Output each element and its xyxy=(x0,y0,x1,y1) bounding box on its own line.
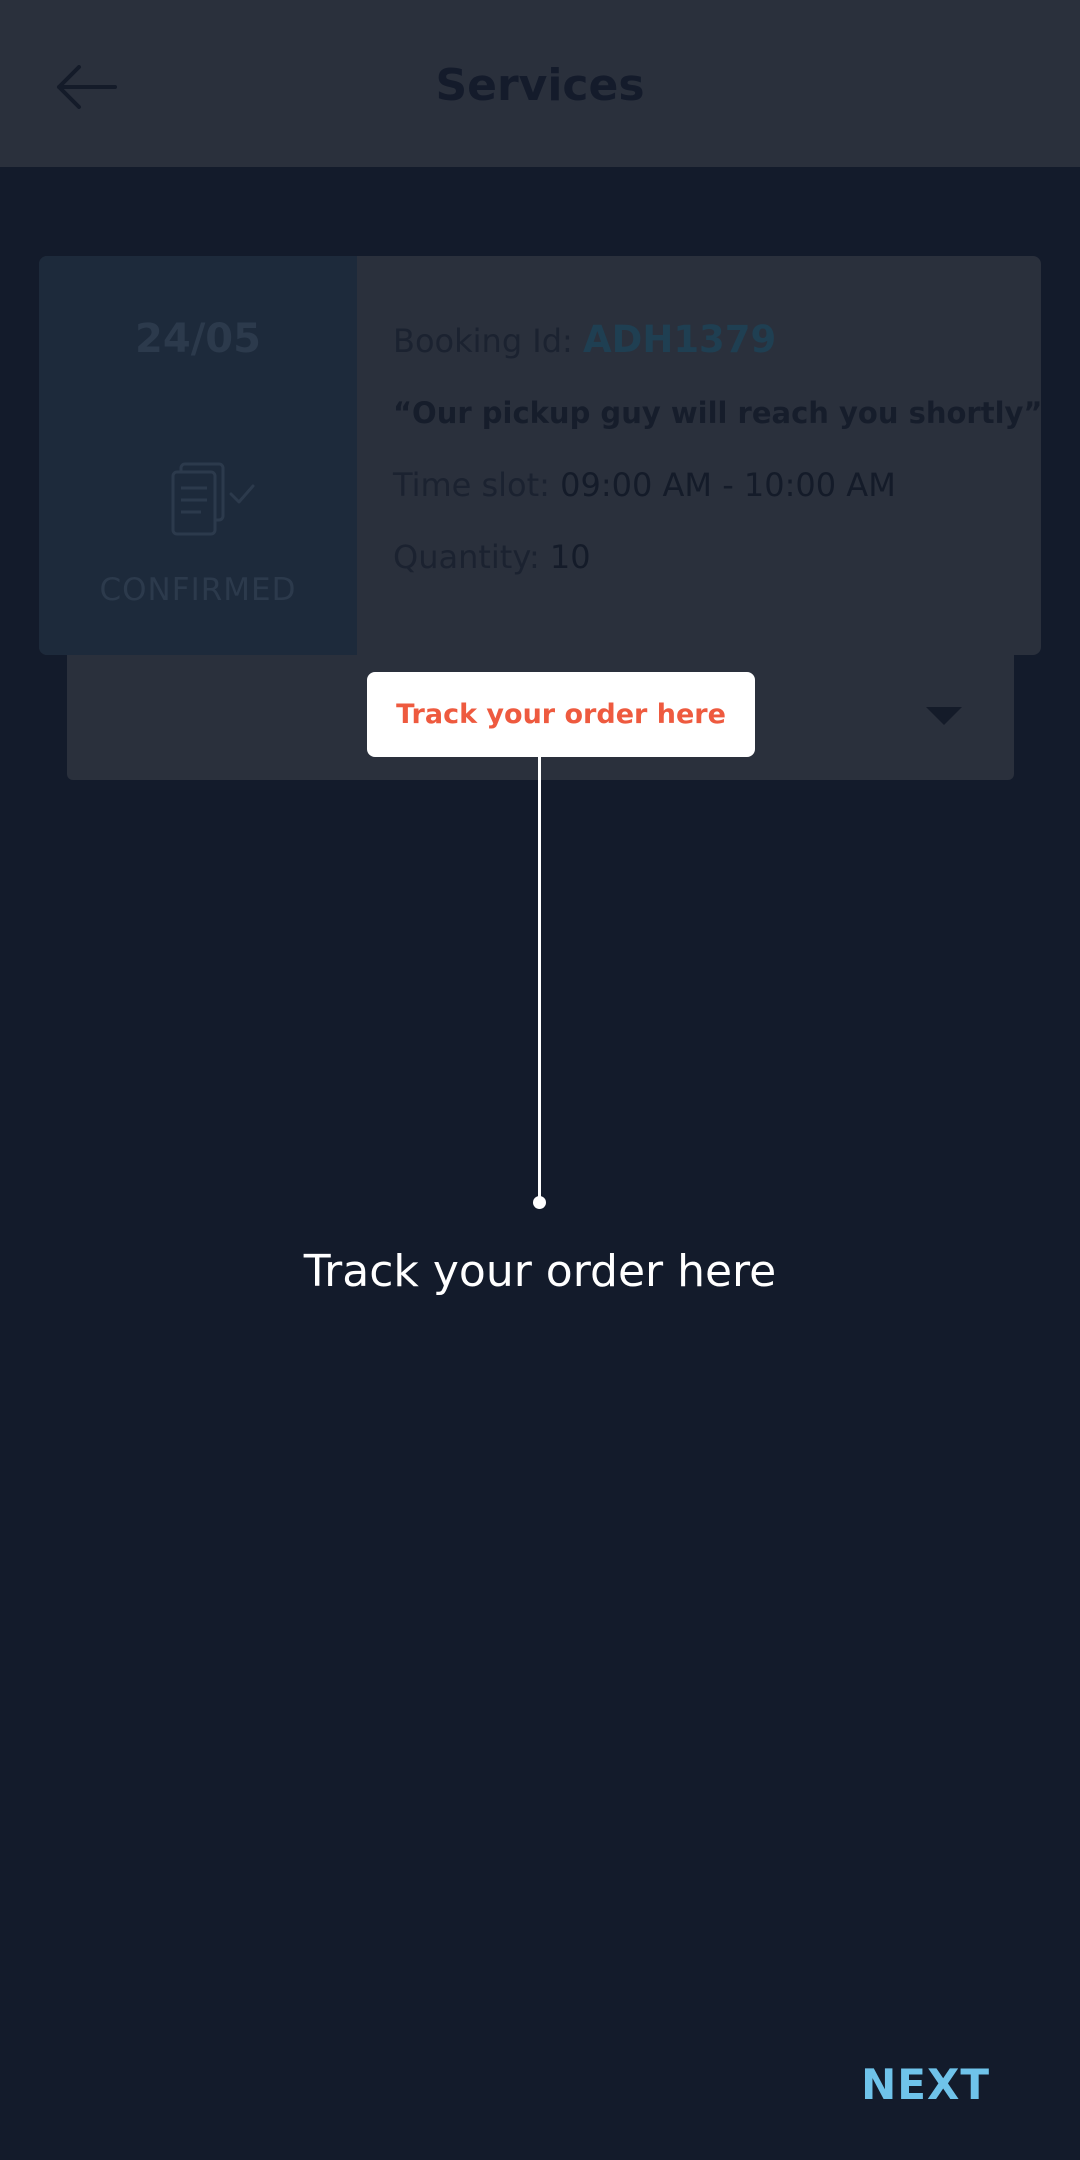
booking-summary-panel: 24/05 CONFIRMED xyxy=(39,256,357,655)
time-slot-row: Time slot: 09:00 AM - 10:00 AM xyxy=(393,466,896,504)
coach-mark-connector xyxy=(538,757,541,1200)
time-slot-label: Time slot: xyxy=(393,466,550,504)
quantity-label: Quantity: xyxy=(393,538,540,576)
coach-mark-dot xyxy=(533,1196,546,1209)
booking-date: 24/05 xyxy=(135,316,261,362)
caret-down-icon[interactable] xyxy=(926,707,962,725)
app-bar: Services xyxy=(0,0,1080,167)
booking-status: CONFIRMED xyxy=(99,572,297,608)
quantity-value: 10 xyxy=(549,538,591,576)
booking-details: Booking Id: ADH1379 “Our pickup guy will… xyxy=(393,256,1041,655)
booking-id-row: Booking Id: ADH1379 xyxy=(393,318,776,361)
coach-mark-pill[interactable]: Track your order here xyxy=(367,672,755,757)
page-title: Services xyxy=(435,60,645,111)
quantity-row: Quantity: 10 xyxy=(393,538,591,576)
time-slot-value: 09:00 AM - 10:00 AM xyxy=(560,466,896,504)
booking-id-label: Booking Id: xyxy=(393,322,573,360)
screen: Services 24/05 CONFIRMED Booking Id: ADH… xyxy=(0,0,1080,2160)
next-button[interactable]: NEXT xyxy=(861,2060,990,2109)
documents-check-icon xyxy=(167,462,263,540)
booking-id-value: ADH1379 xyxy=(583,318,777,361)
booking-card[interactable]: 24/05 CONFIRMED Booking Id: ADH1379 “Our… xyxy=(39,256,1041,655)
coach-mark-description: Track your order here xyxy=(303,1246,777,1297)
booking-message: “Our pickup guy will reach you shortly” xyxy=(393,396,1041,430)
